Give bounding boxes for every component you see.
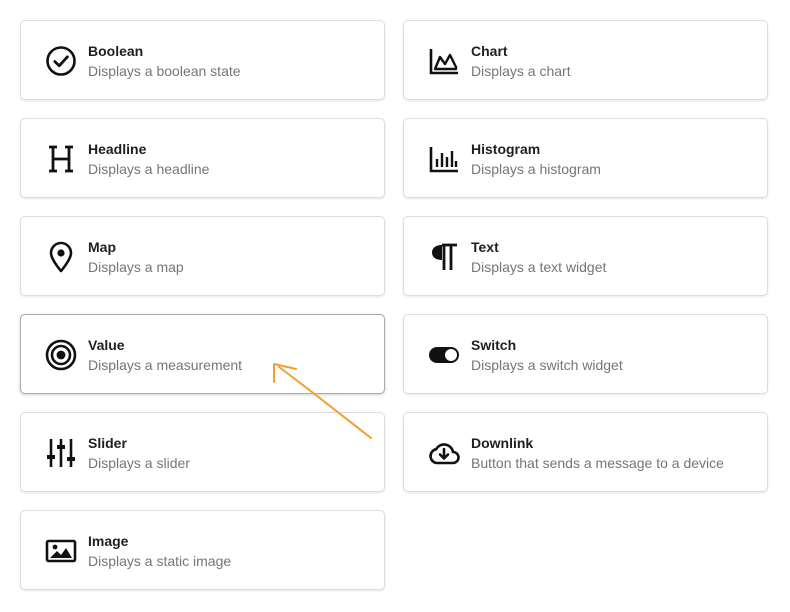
widget-card-map[interactable]: Map Displays a map xyxy=(20,216,385,296)
widget-title: Downlink xyxy=(471,435,534,451)
widget-description: Displays a text widget xyxy=(471,259,607,275)
target-icon xyxy=(45,339,77,371)
widget-title: Value xyxy=(88,337,125,353)
toggle-switch-icon xyxy=(428,339,460,371)
widget-card-switch[interactable]: Switch Displays a switch widget xyxy=(403,314,768,394)
widget-description: Displays a switch widget xyxy=(471,357,623,373)
widget-description: Displays a histogram xyxy=(471,161,601,177)
image-icon xyxy=(45,535,77,567)
widget-card-boolean[interactable]: Boolean Displays a boolean state xyxy=(20,20,385,100)
widget-card-text[interactable]: Text Displays a text widget xyxy=(403,216,768,296)
map-pin-icon xyxy=(45,241,77,273)
widget-title: Image xyxy=(88,533,129,549)
widget-title: Text xyxy=(471,239,499,255)
widget-description: Displays a boolean state xyxy=(88,63,241,79)
pilcrow-icon xyxy=(428,241,460,273)
widget-card-chart[interactable]: Chart Displays a chart xyxy=(403,20,768,100)
widget-card-image[interactable]: Image Displays a static image xyxy=(20,510,385,590)
widget-title: Headline xyxy=(88,141,147,157)
histogram-icon xyxy=(428,143,460,175)
widget-description: Displays a map xyxy=(88,259,184,275)
widget-title: Map xyxy=(88,239,116,255)
headline-h-icon xyxy=(45,143,77,175)
widget-description: Displays a headline xyxy=(88,161,210,177)
widget-title: Switch xyxy=(471,337,517,353)
widget-title: Histogram xyxy=(471,141,541,157)
sliders-icon xyxy=(45,437,77,469)
widget-card-downlink[interactable]: Downlink Button that sends a message to … xyxy=(403,412,768,492)
widget-title: Chart xyxy=(471,43,508,59)
cloud-download-icon xyxy=(428,437,460,469)
area-chart-icon xyxy=(428,45,460,77)
widget-card-value[interactable]: Value Displays a measurement xyxy=(20,314,385,394)
widget-description: Displays a chart xyxy=(471,63,571,79)
widget-card-headline[interactable]: Headline Displays a headline xyxy=(20,118,385,198)
widget-description: Displays a static image xyxy=(88,553,232,569)
widget-card-histogram[interactable]: Histogram Displays a histogram xyxy=(403,118,768,198)
widget-description: Displays a measurement xyxy=(88,357,243,373)
check-circle-icon xyxy=(45,45,77,77)
widget-title: Slider xyxy=(88,435,127,451)
widget-title: Boolean xyxy=(88,43,144,59)
widget-description: Button that sends a message to a device xyxy=(471,455,724,471)
widget-card-slider[interactable]: Slider Displays a slider xyxy=(20,412,385,492)
widget-description: Displays a slider xyxy=(88,455,190,471)
